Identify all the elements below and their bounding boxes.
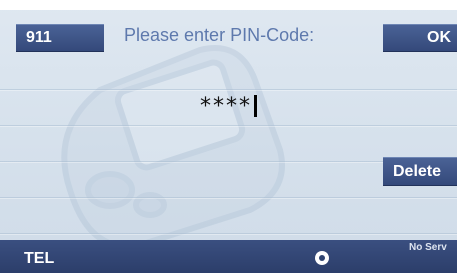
network-status: No Serv [409, 242, 447, 253]
nav-dot-icon [315, 251, 329, 265]
delete-button[interactable]: Delete [383, 157, 457, 186]
ok-button[interactable]: OK [383, 24, 457, 52]
pin-input[interactable]: **** [200, 93, 257, 119]
emergency-911-label: 911 [26, 29, 52, 46]
ok-label: OK [427, 29, 451, 46]
pin-prompt: Please enter PIN-Code: [124, 25, 315, 45]
text-cursor [254, 95, 257, 117]
top-border [0, 0, 457, 10]
pin-entry-screen: 911 Please enter PIN-Code: OK **** Delet… [0, 0, 457, 276]
tel-mode-label: TEL [24, 250, 55, 267]
background-stripes [0, 55, 457, 240]
pin-masked-value: **** [200, 93, 252, 119]
emergency-911-button[interactable]: 911 [16, 24, 104, 52]
delete-label: Delete [393, 162, 442, 180]
status-bar: TEL No Serv [0, 240, 457, 273]
